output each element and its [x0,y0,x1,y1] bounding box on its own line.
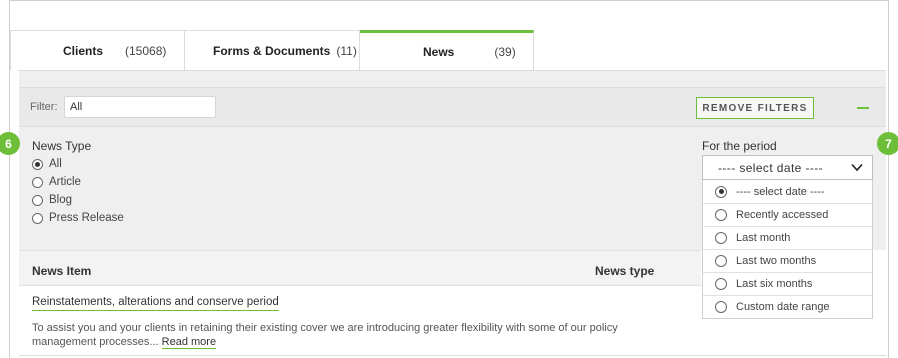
tab-clients[interactable]: Clients (15068) [10,30,185,70]
remove-filters-button[interactable]: REMOVE FILTERS [696,97,814,119]
period-option-last-two-months[interactable]: Last two months [703,249,872,272]
period-option-select-date[interactable]: ---- select date ---- [703,180,872,203]
chevron-down-icon [851,163,863,172]
tab-label: Forms & Documents [213,43,331,58]
column-header-news-item: News Item [32,264,92,278]
news-type-option-article[interactable]: Article [32,173,124,191]
option-label: All [49,158,62,170]
radio-icon[interactable] [715,232,727,244]
filter-label: Filter: [30,101,58,113]
tab-news[interactable]: News (39) [360,30,534,70]
radio-icon[interactable] [715,278,727,290]
tab-count: (39) [494,44,516,59]
period-option-last-month[interactable]: Last month [703,226,872,249]
news-item-title-link[interactable]: Reinstatements, alterations and conserve… [32,296,279,311]
radio-checked-icon[interactable] [715,185,727,198]
tab-forms-documents[interactable]: Forms & Documents (11) [185,30,360,70]
news-type-options: All Article Blog Press Release [32,155,124,227]
news-type-option-all[interactable]: All [32,155,124,173]
period-option-custom-date-range[interactable]: Custom date range [703,295,872,318]
radio-icon[interactable] [715,209,727,221]
option-label: Press Release [49,212,124,224]
filter-row: Filter: REMOVE FILTERS [19,87,886,127]
period-select[interactable]: ---- select date ---- [702,155,873,180]
radio-checked-icon[interactable] [32,158,43,170]
radio-icon[interactable] [32,194,43,206]
option-label: Article [49,176,81,188]
table-header: News Item News type [19,250,701,286]
period-dropdown-menu: ---- select date ---- Recently accessed … [702,180,873,319]
radio-icon[interactable] [715,301,727,313]
read-more-link[interactable]: Read more [161,336,217,349]
period-title: For the period [702,139,777,153]
news-type-option-press-release[interactable]: Press Release [32,209,124,227]
option-label: ---- select date ---- [736,185,825,198]
radio-icon[interactable] [32,176,43,188]
tab-bar: Clients (15068) Forms & Documents (11) N… [10,30,534,70]
news-type-option-blog[interactable]: Blog [32,191,124,209]
news-item-description: To assist you and your clients in retain… [32,321,632,349]
tab-label: Clients [63,43,104,58]
description-text: To assist you and your clients in retain… [32,322,618,348]
option-label: Last month [736,232,791,244]
tab-count: (15068) [125,43,167,58]
column-header-news-type: News type [595,264,655,278]
filter-input[interactable] [64,96,216,118]
option-label: Custom date range [736,301,830,313]
news-type-title: News Type [32,139,92,153]
step-badge-7: 7 [877,132,898,155]
option-label: Recently accessed [736,209,829,221]
option-label: Last six months [736,278,813,290]
option-label: Last two months [736,255,817,267]
period-option-last-six-months[interactable]: Last six months [703,272,872,295]
option-label: Blog [49,194,73,206]
collapse-icon[interactable] [857,107,869,109]
row-divider [19,355,886,356]
tab-count: (11) [336,43,357,58]
tab-label: News [423,44,455,59]
period-select-value: ---- select date ---- [718,161,824,175]
radio-icon[interactable] [32,212,43,224]
period-option-recently-accessed[interactable]: Recently accessed [703,203,872,226]
radio-icon[interactable] [715,255,727,267]
